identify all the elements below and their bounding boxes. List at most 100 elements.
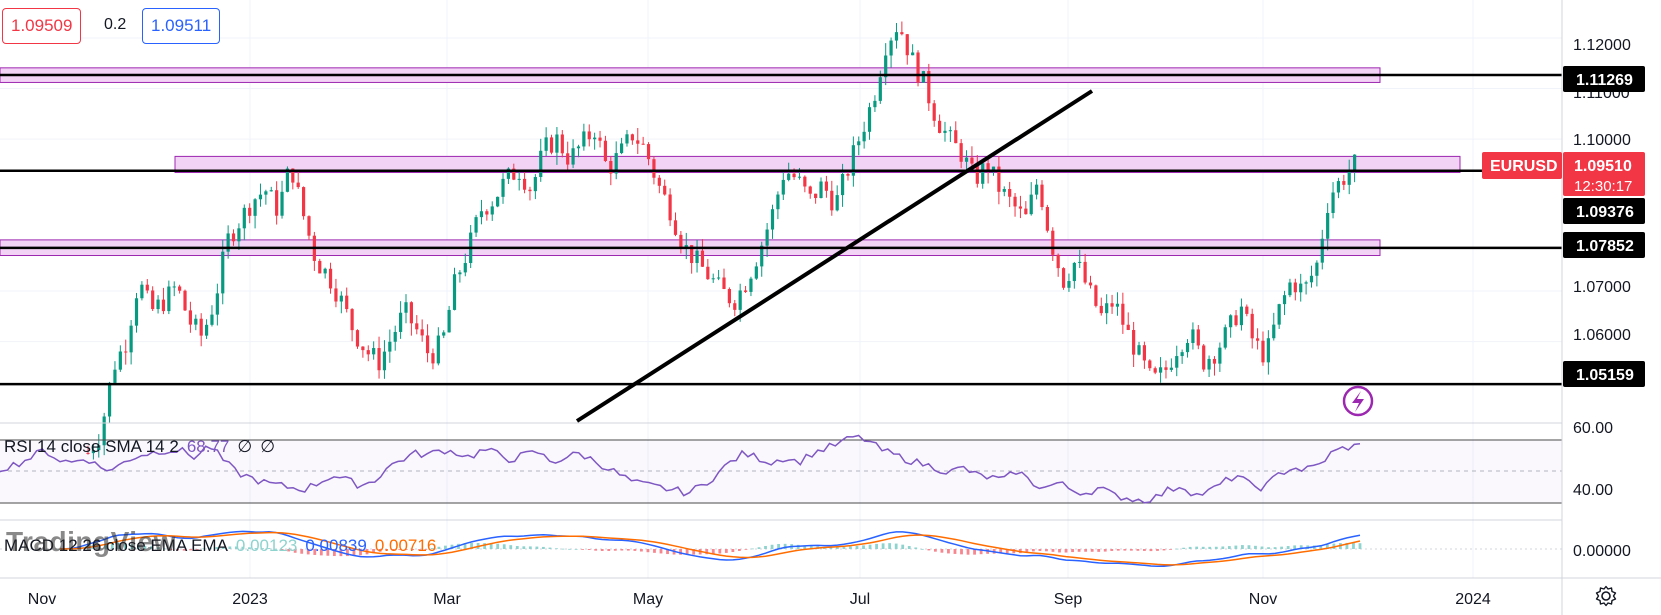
macd-histogram-bar: [509, 545, 513, 549]
candle-body: [318, 260, 322, 274]
gear-icon[interactable]: [1594, 584, 1618, 608]
candle-body: [846, 173, 850, 176]
candle-body: [571, 148, 575, 165]
macd-histogram-bar: [1116, 549, 1120, 551]
macd-histogram-bar: [600, 549, 604, 551]
candle-body: [878, 77, 882, 101]
macd-histogram-bar: [659, 549, 663, 554]
macd-histogram-bar: [1195, 546, 1199, 549]
candle-body: [393, 331, 397, 342]
candle-body: [792, 173, 796, 178]
candle-body: [1072, 262, 1076, 282]
macd-histogram-bar: [960, 549, 963, 555]
time-axis-label: Nov: [1249, 591, 1277, 608]
symbol-tag[interactable]: EURUSD: [1482, 152, 1562, 179]
rsi-legend[interactable]: RSI 14 close SMA 14 2 68.77 ∅ ∅: [4, 437, 275, 457]
price-axis-label: 1.07000: [1573, 279, 1631, 296]
macd-histogram-bar: [1045, 549, 1048, 552]
rsi-axis-label: 60.00: [1573, 420, 1613, 437]
support-resistance-zones[interactable]: [0, 67, 1461, 257]
macd-histogram-bar: [502, 544, 506, 549]
candle-body: [463, 263, 467, 273]
candle-body: [296, 182, 300, 188]
level-tag[interactable]: 1.11269: [1563, 66, 1645, 92]
candle-body: [1304, 282, 1308, 284]
candle-body: [857, 141, 861, 146]
candle-body: [679, 234, 683, 249]
macd-histogram-bar: [947, 549, 950, 554]
level-tag[interactable]: 1.05159: [1563, 361, 1645, 387]
candle-body: [172, 286, 176, 288]
candle-body: [700, 250, 705, 267]
macd-histogram-bar: [1103, 549, 1107, 552]
macd-histogram-bar: [1143, 549, 1146, 551]
candle-body: [619, 143, 624, 154]
candle-body: [803, 176, 807, 187]
lightning-event-icon[interactable]: [1342, 385, 1374, 417]
candle-body: [630, 134, 634, 141]
buy-price-button[interactable]: 1.09511: [142, 8, 221, 44]
candle-body: [334, 288, 338, 302]
candle-body: [911, 52, 915, 56]
level-tag-value: 1.07852: [1576, 238, 1634, 255]
candle-body: [1331, 192, 1335, 213]
candle-body: [636, 140, 640, 144]
candle-body: [1202, 345, 1206, 370]
macd-histogram-bar: [1260, 546, 1264, 549]
candle-body: [840, 173, 845, 196]
candle-body: [582, 131, 586, 147]
chart-canvas[interactable]: 1.12000 1.11000 1.10000 1.07000 1.06000 …: [0, 0, 1661, 615]
candle-body: [301, 187, 306, 217]
price-axis-label: 1.10000: [1573, 132, 1631, 149]
candle-body: [765, 229, 769, 246]
current-price-tag[interactable]: 1.09510 12:30:17: [1563, 152, 1645, 196]
candle-body: [1255, 338, 1260, 341]
time-axis-label: May: [633, 591, 663, 608]
macd-histogram-bar: [1156, 549, 1159, 551]
candle-body: [1158, 367, 1163, 373]
candle-body: [275, 190, 279, 216]
macd-histogram-bar: [881, 543, 885, 549]
candle-body: [1083, 261, 1087, 283]
level-tag[interactable]: 1.09376: [1563, 198, 1645, 224]
candle-body: [652, 159, 656, 178]
macd-histogram-bar: [737, 549, 741, 551]
candle-body: [339, 295, 343, 302]
candle-body: [1029, 194, 1033, 215]
candle-body: [916, 52, 920, 83]
candle-body: [1148, 360, 1152, 369]
candle-body: [447, 309, 451, 333]
candle-body: [943, 130, 947, 133]
level-tag[interactable]: 1.07852: [1563, 232, 1645, 258]
candle-body: [549, 137, 554, 153]
candle-body: [641, 143, 645, 145]
macd-histogram-bar: [1169, 549, 1172, 550]
candle-body: [1115, 303, 1120, 307]
sell-price-button[interactable]: 1.09509: [2, 8, 82, 44]
candle-body: [204, 324, 209, 336]
candle-body: [474, 217, 478, 233]
time-axis[interactable]: Nov 2023 Mar May Jul Sep Nov 2024: [28, 591, 1491, 608]
macd-histogram-bar: [653, 549, 656, 553]
candle-body: [458, 272, 462, 275]
macd-histogram-bar: [1267, 547, 1270, 549]
candle-body: [533, 177, 537, 192]
macd-histogram-bar: [542, 546, 545, 549]
macd-histogram-bar: [640, 549, 643, 552]
macd-histogram-bar: [613, 549, 617, 551]
candle-body: [1250, 313, 1254, 339]
macd-histogram-bar: [1352, 542, 1355, 549]
candle-body: [921, 71, 926, 83]
candle-body: [657, 177, 661, 186]
rsi-legend-value: 68.77: [186, 437, 230, 456]
candle-body: [1137, 345, 1141, 355]
macd-histogram-bar: [1123, 549, 1127, 551]
candle-body: [1175, 356, 1179, 368]
macd-histogram-bar: [1162, 549, 1166, 551]
candle-body: [1353, 154, 1357, 172]
candle-body: [867, 107, 872, 132]
macd-line-value: 0.00839: [305, 536, 367, 555]
candle-body: [285, 168, 290, 192]
macd-histogram-bar: [1227, 546, 1231, 549]
candle-body: [415, 323, 419, 330]
